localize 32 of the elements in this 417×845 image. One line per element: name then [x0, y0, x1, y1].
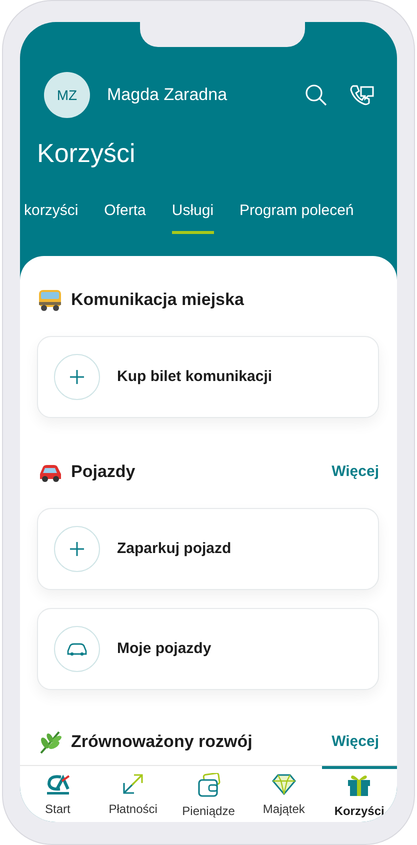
- tab[interactable]: Program poleceń: [240, 201, 354, 234]
- service-card[interactable]: Moje pojazdy: [37, 608, 379, 690]
- nav-item[interactable]: Start: [20, 766, 96, 822]
- contact-button[interactable]: [349, 84, 375, 106]
- tab[interactable]: Usługi: [172, 201, 214, 234]
- diamond-icon: [270, 773, 297, 795]
- phone-chat-icon: [349, 84, 375, 106]
- wallet-icon: [196, 773, 222, 797]
- bus-icon: [37, 288, 63, 312]
- plus-icon: [70, 370, 84, 384]
- gift-icon: [346, 773, 372, 797]
- tab[interactable]: korzyści: [24, 201, 78, 234]
- section-title: Pojazdy: [71, 461, 136, 484]
- nav-item[interactable]: Pieniądze: [170, 766, 246, 822]
- more-link[interactable]: Więcej: [332, 730, 379, 754]
- section-title: Komunikacja miejska: [71, 289, 245, 312]
- avatar[interactable]: MZ: [44, 72, 90, 118]
- section-title: Zrównoważony rozwój: [71, 731, 254, 754]
- nav-item[interactable]: Majątek: [246, 766, 322, 822]
- user-name: Magda Zaradna: [107, 84, 228, 106]
- page-title: Korzyści: [37, 137, 136, 170]
- search-icon: [305, 84, 327, 106]
- service-card[interactable]: Zaparkuj pojazd: [37, 508, 379, 590]
- tab[interactable]: Oferta: [104, 201, 146, 234]
- nav-item[interactable]: Korzyści: [322, 766, 397, 822]
- car-icon: [66, 642, 88, 656]
- logo-icon: [44, 773, 71, 795]
- more-link[interactable]: Więcej: [332, 460, 379, 484]
- plus-icon: [70, 542, 84, 556]
- nav-item[interactable]: Płatności: [95, 766, 171, 822]
- search-button[interactable]: [305, 84, 327, 106]
- service-card[interactable]: Kup bilet komunikacji: [37, 336, 379, 418]
